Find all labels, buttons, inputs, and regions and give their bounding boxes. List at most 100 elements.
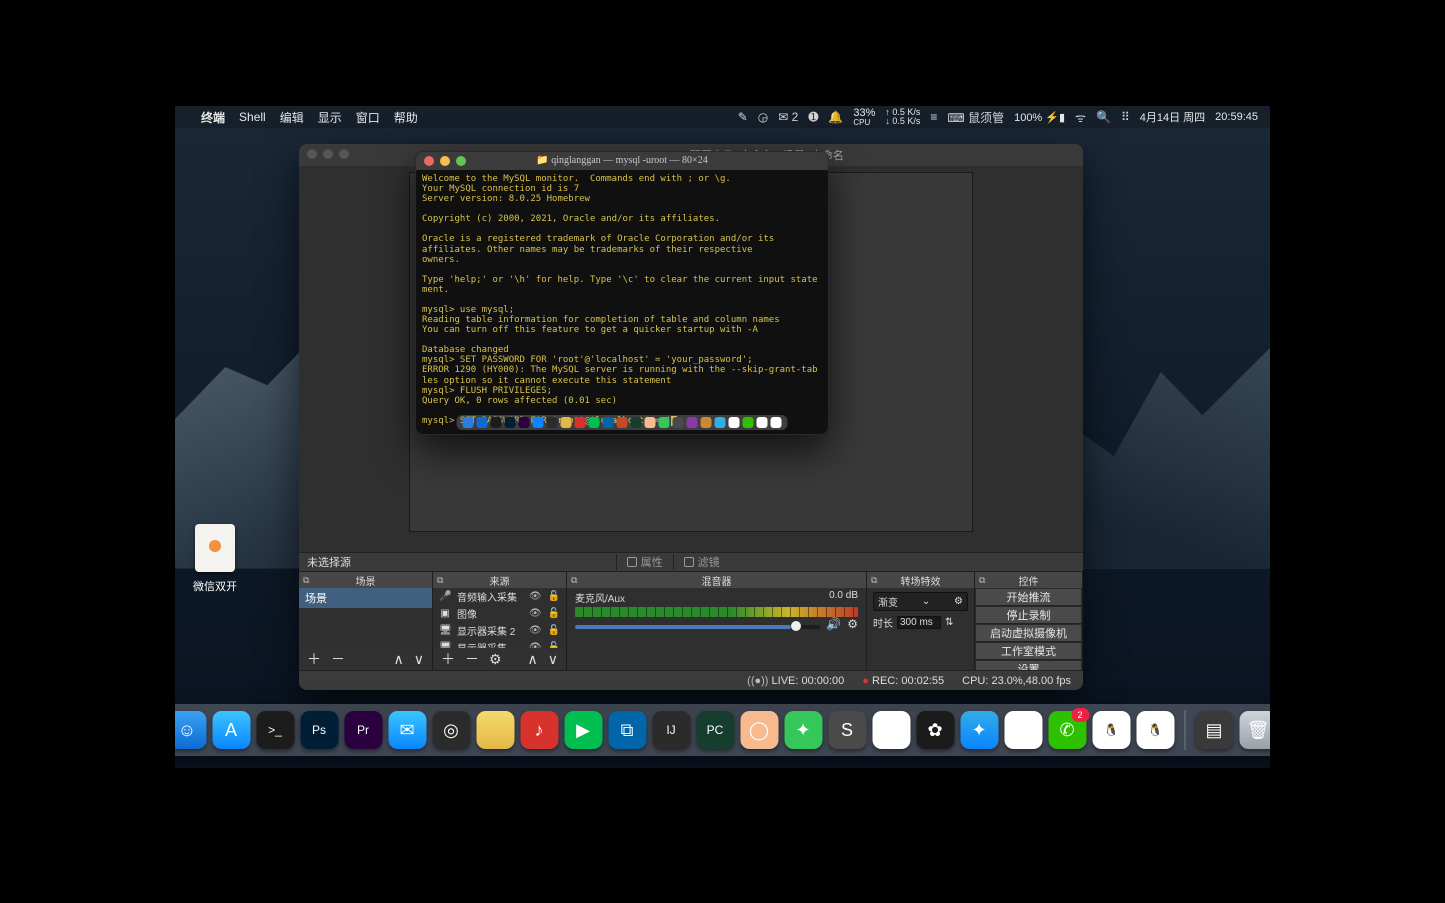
tray-input-method[interactable]: ⌨ 鼠须管 xyxy=(947,109,1004,126)
tray-wechat-icon[interactable]: ✉ 2 xyxy=(778,110,798,124)
sources-list: 🎤音频输入采集👁🔓 ▣图像👁🔓 🖥显示器采集 2👁🔓 🖥显示器采集👁🔓 xyxy=(433,588,566,648)
tray-time[interactable]: 20:59:45 xyxy=(1215,111,1258,123)
dock-app-qq2[interactable]: 🐧 xyxy=(1136,711,1174,749)
dock-app-finder[interactable]: ☺ xyxy=(175,711,206,749)
tray-obs-icon[interactable]: ◶ xyxy=(758,110,768,124)
terminal-titlebar[interactable]: 📁 qinglanggan — mysql -uroot — 80×24 xyxy=(416,152,828,170)
dock-trash[interactable]: 🗑 xyxy=(1239,711,1270,749)
menu-view[interactable]: 显示 xyxy=(318,109,342,126)
dock-app-wechat[interactable]: ✆ xyxy=(1048,711,1086,749)
dock-app-mail[interactable]: ✉ xyxy=(388,711,426,749)
obs-traffic-lights[interactable] xyxy=(307,149,355,162)
add-source-button[interactable]: ＋ xyxy=(441,649,455,669)
dock-app-pycharm[interactable]: PC xyxy=(696,711,734,749)
macos-dock[interactable]: ☺A>_PsPr✉◎♪▶⧉IJPC◯✦S∞✿✦◎✆🐧🐧▤🗑 xyxy=(175,704,1270,756)
scene-up-button[interactable]: ∧ xyxy=(394,651,404,668)
source-settings-button[interactable]: ⚙ xyxy=(489,651,502,668)
dock-app-premiere[interactable]: Pr xyxy=(344,711,382,749)
tray-quill-icon[interactable]: ✎ xyxy=(738,110,748,124)
dock-app-sublime[interactable]: S xyxy=(828,711,866,749)
remove-scene-button[interactable]: － xyxy=(331,649,345,669)
dock-app-app-store[interactable]: A xyxy=(212,711,250,749)
tray-wifi-icon[interactable]: ᯤ xyxy=(1075,109,1086,126)
dock-app-intellij[interactable]: IJ xyxy=(652,711,690,749)
popout-icon[interactable]: ⧉ xyxy=(871,575,877,586)
dock-recent[interactable]: ▤ xyxy=(1195,711,1233,749)
source-row[interactable]: 🎤音频输入采集👁🔓 xyxy=(433,588,566,605)
obs-filters-button[interactable]: 滤镜 xyxy=(673,554,730,570)
obs-properties-button[interactable]: 属性 xyxy=(616,554,673,570)
dock-app-netease-music[interactable]: ♪ xyxy=(520,711,558,749)
settings-button[interactable]: 设置 xyxy=(975,660,1082,670)
dock-app-folder[interactable] xyxy=(476,711,514,749)
start-streaming-button[interactable]: 开始推流 xyxy=(975,588,1082,606)
obs-panels: ⧉场景 场景 ＋ － ∧ ∨ ⧉来源 🎤音频输入采集👁🔓 ▣图像👁🔓 🖥显示器采… xyxy=(299,572,1083,670)
dock-app-chrome[interactable]: ◎ xyxy=(1004,711,1042,749)
menu-help[interactable]: 帮助 xyxy=(394,109,418,126)
panel-mixer: ⧉混音器 麦克风/Aux0.0 dB 🔊⚙ xyxy=(567,572,867,670)
add-scene-button[interactable]: ＋ xyxy=(307,649,321,669)
source-down-button[interactable]: ∨ xyxy=(548,651,558,668)
studio-mode-button[interactable]: 工作室模式 xyxy=(975,642,1082,660)
tray-date[interactable]: 4月14日 周四 xyxy=(1140,109,1205,125)
dock-app-safari[interactable]: ✦ xyxy=(960,711,998,749)
dock-app-peach[interactable]: ◯ xyxy=(740,711,778,749)
start-virtual-cam-button[interactable]: 启动虚拟摄像机 xyxy=(975,624,1082,642)
source-row[interactable]: 🖥显示器采集 2👁🔓 xyxy=(433,622,566,639)
scene-down-button[interactable]: ∨ xyxy=(414,651,424,668)
dock-app-photoshop[interactable]: Ps xyxy=(300,711,338,749)
obs-status-bar: LIVE: 00:00:00 REC: 00:02:55 CPU: 23.0%,… xyxy=(299,670,1083,690)
desktop-icon-wechat-dual[interactable]: 微信双开 xyxy=(183,524,247,594)
source-up-button[interactable]: ∧ xyxy=(528,651,538,668)
eye-icon[interactable]: 👁 xyxy=(529,625,542,636)
menu-edit[interactable]: 编辑 xyxy=(280,109,304,126)
dock-app-figma[interactable]: ∞ xyxy=(872,711,910,749)
desktop-icon-label: 微信双开 xyxy=(183,578,247,594)
source-row[interactable]: ▣图像👁🔓 xyxy=(433,605,566,622)
dock-app-qq1[interactable]: 🐧 xyxy=(1092,711,1130,749)
remove-source-button[interactable]: － xyxy=(465,649,479,669)
lock-icon[interactable]: 🔓 xyxy=(548,608,560,619)
scene-item[interactable]: 场景 xyxy=(299,588,432,608)
tray-battery-pct[interactable]: 33%CPU xyxy=(853,107,875,127)
dock-app-vscode[interactable]: ⧉ xyxy=(608,711,646,749)
tray-network-speed[interactable]: ↑ 0.5 K/s↓ 0.5 K/s xyxy=(885,108,920,126)
dock-app-obs[interactable]: ◎ xyxy=(432,711,470,749)
popout-icon[interactable]: ⧉ xyxy=(303,575,309,586)
transition-select[interactable]: 渐变⌄⚙ xyxy=(873,592,968,611)
source-row[interactable]: 🖥显示器采集👁🔓 xyxy=(433,639,566,648)
transition-duration-input[interactable] xyxy=(897,616,941,629)
dock-app-flower[interactable]: ✿ xyxy=(916,711,954,749)
stepper-icon[interactable]: ⇅ xyxy=(945,617,953,628)
popout-icon[interactable]: ⧉ xyxy=(571,575,577,586)
dock-app-chat[interactable]: ✦ xyxy=(784,711,822,749)
gear-icon[interactable]: ⚙ xyxy=(954,596,963,607)
speaker-icon[interactable]: 🔊 xyxy=(826,617,841,631)
tray-bell-icon[interactable]: 🔔 xyxy=(828,110,843,124)
dock-app-terminal[interactable]: >_ xyxy=(256,711,294,749)
eye-icon[interactable]: 👁 xyxy=(529,608,542,619)
mixer-volume-slider[interactable] xyxy=(575,625,820,629)
stop-recording-button[interactable]: 停止录制 xyxy=(975,606,1082,624)
terminal-window[interactable]: 📁 qinglanggan — mysql -uroot — 80×24 Wel… xyxy=(415,151,829,435)
eye-icon[interactable]: 👁 xyxy=(529,591,542,602)
lock-icon[interactable]: 🔓 xyxy=(548,591,560,602)
popout-icon[interactable]: ⧉ xyxy=(437,575,443,586)
tray-search-icon[interactable]: 🔍 xyxy=(1096,110,1111,124)
popout-icon[interactable]: ⧉ xyxy=(979,575,985,586)
tray-control-center-icon[interactable]: ⠿ xyxy=(1121,110,1130,124)
tray-person-icon[interactable]: ➊ xyxy=(808,110,818,124)
obs-no-source-label: 未选择源 xyxy=(299,554,439,570)
menu-window[interactable]: 窗口 xyxy=(356,109,380,126)
terminal-traffic-lights[interactable] xyxy=(424,156,466,166)
menu-shell[interactable]: Shell xyxy=(239,110,266,124)
menu-app-name[interactable]: 终端 xyxy=(201,109,225,126)
tray-charge[interactable]: 100% ⚡▮ xyxy=(1014,111,1065,124)
dock-app-iqiyi[interactable]: ▶ xyxy=(564,711,602,749)
lock-icon[interactable]: 🔓 xyxy=(548,625,560,636)
terminal-body[interactable]: Welcome to the MySQL monitor. Commands e… xyxy=(416,170,828,430)
tray-menu-icon[interactable]: ≡ xyxy=(930,110,937,124)
mixer-settings-icon[interactable]: ⚙ xyxy=(847,617,858,631)
panel-sources: ⧉来源 🎤音频输入采集👁🔓 ▣图像👁🔓 🖥显示器采集 2👁🔓 🖥显示器采集👁🔓 … xyxy=(433,572,567,670)
status-live: LIVE: 00:00:00 xyxy=(747,675,844,687)
